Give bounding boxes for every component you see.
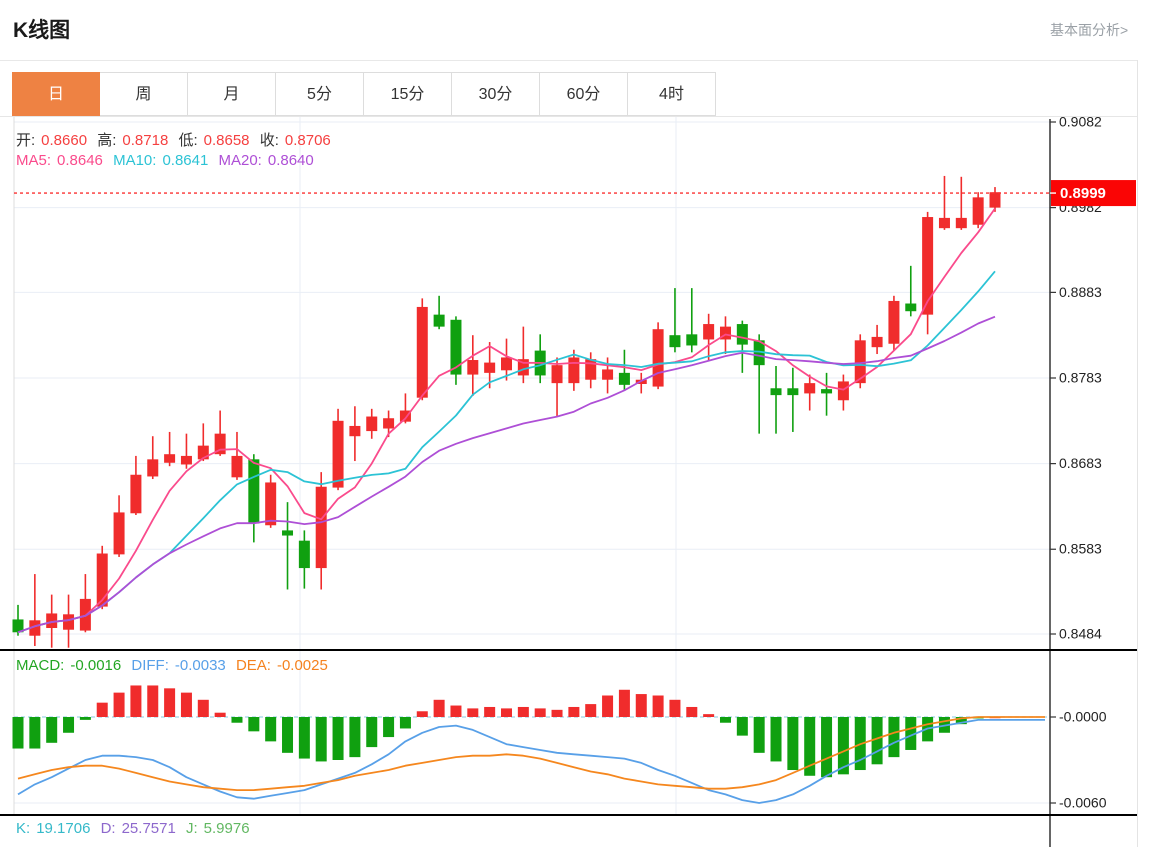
axis-tick-label: 0.8683	[1059, 455, 1102, 471]
j-label: J:	[186, 820, 198, 837]
dea-label: DEA:	[236, 657, 271, 674]
ma20-label: MA20:	[219, 152, 262, 169]
candles	[13, 176, 1001, 648]
k-value: 19.1706	[36, 820, 90, 837]
ma5-label: MA5:	[16, 152, 51, 169]
axis-tick-label: 0.8783	[1059, 370, 1102, 386]
price-axis: 0.90820.89820.88830.87830.86830.85830.84…	[1050, 114, 1107, 847]
close-label: 收:	[260, 132, 279, 149]
axis-tick-label: 0.8883	[1059, 284, 1102, 300]
ma5-line	[18, 209, 995, 633]
diff-label: DIFF:	[131, 657, 169, 674]
pane-separators	[0, 649, 1137, 816]
ma10-label: MA10:	[113, 152, 156, 169]
current-price-value: 0.8999	[1060, 185, 1106, 202]
tab-15min[interactable]: 15分	[364, 72, 452, 116]
header-divider	[0, 60, 1137, 61]
open-value: 0.8660	[41, 132, 87, 149]
tab-60min[interactable]: 60分	[540, 72, 628, 116]
period-tabs: 日 周 月 5分 15分 30分 60分 4时	[12, 72, 716, 116]
current-price-badge: 0.8999	[1050, 180, 1136, 206]
d-value: 25.7571	[122, 820, 176, 837]
tab-day[interactable]: 日	[12, 72, 100, 116]
ma-legend: MA5: 0.8646 MA10: 0.8641 MA20: 0.8640	[16, 152, 320, 169]
k-label: K:	[16, 820, 30, 837]
close-value: 0.8706	[285, 132, 331, 149]
axis-tick-label: 0.8484	[1059, 626, 1102, 642]
dea-value: -0.0025	[277, 657, 328, 674]
macd-legend: MACD: -0.0016 DIFF: -0.0033 DEA: -0.0025	[16, 657, 334, 674]
tab-30min[interactable]: 30分	[452, 72, 540, 116]
ohlc-legend: 开: 0.8660 高: 0.8718 低: 0.8658 收: 0.8706	[16, 129, 337, 150]
container-right-border	[1137, 60, 1138, 847]
axis-tick-label: -0.0060	[1059, 795, 1107, 811]
ma-lines	[18, 209, 995, 633]
low-label: 低:	[178, 132, 197, 149]
ma20-value: 0.8640	[268, 152, 314, 169]
high-label: 高:	[97, 132, 116, 149]
macd-value: -0.0016	[70, 657, 121, 674]
open-label: 开:	[16, 132, 35, 149]
j-value: 5.9976	[204, 820, 250, 837]
kdj-legend: K: 19.1706 D: 25.7571 J: 5.9976	[16, 820, 256, 837]
macd-pane	[13, 685, 1051, 803]
tab-5min[interactable]: 5分	[276, 72, 364, 116]
diff-value: -0.0033	[175, 657, 226, 674]
d-label: D:	[101, 820, 116, 837]
kline-chart[interactable]: 0.90820.89820.88830.87830.86830.85830.84…	[0, 0, 1171, 847]
page-title: K线图	[13, 14, 70, 44]
tab-week[interactable]: 周	[100, 72, 188, 116]
fundamental-analysis-link[interactable]: 基本面分析>	[1050, 20, 1135, 40]
tab-4hour[interactable]: 4时	[628, 72, 716, 116]
low-value: 0.8658	[204, 132, 250, 149]
axis-tick-label: -0.0000	[1059, 709, 1107, 725]
high-value: 0.8718	[122, 132, 168, 149]
tab-month[interactable]: 月	[188, 72, 276, 116]
kline-page: { "header": { "title": "K线图", "link_labe…	[0, 0, 1171, 847]
ma10-line	[18, 271, 995, 632]
axis-tick-label: 0.8583	[1059, 541, 1102, 557]
ma5-value: 0.8646	[57, 152, 103, 169]
ma10-value: 0.8641	[162, 152, 208, 169]
macd-label: MACD:	[16, 657, 64, 674]
